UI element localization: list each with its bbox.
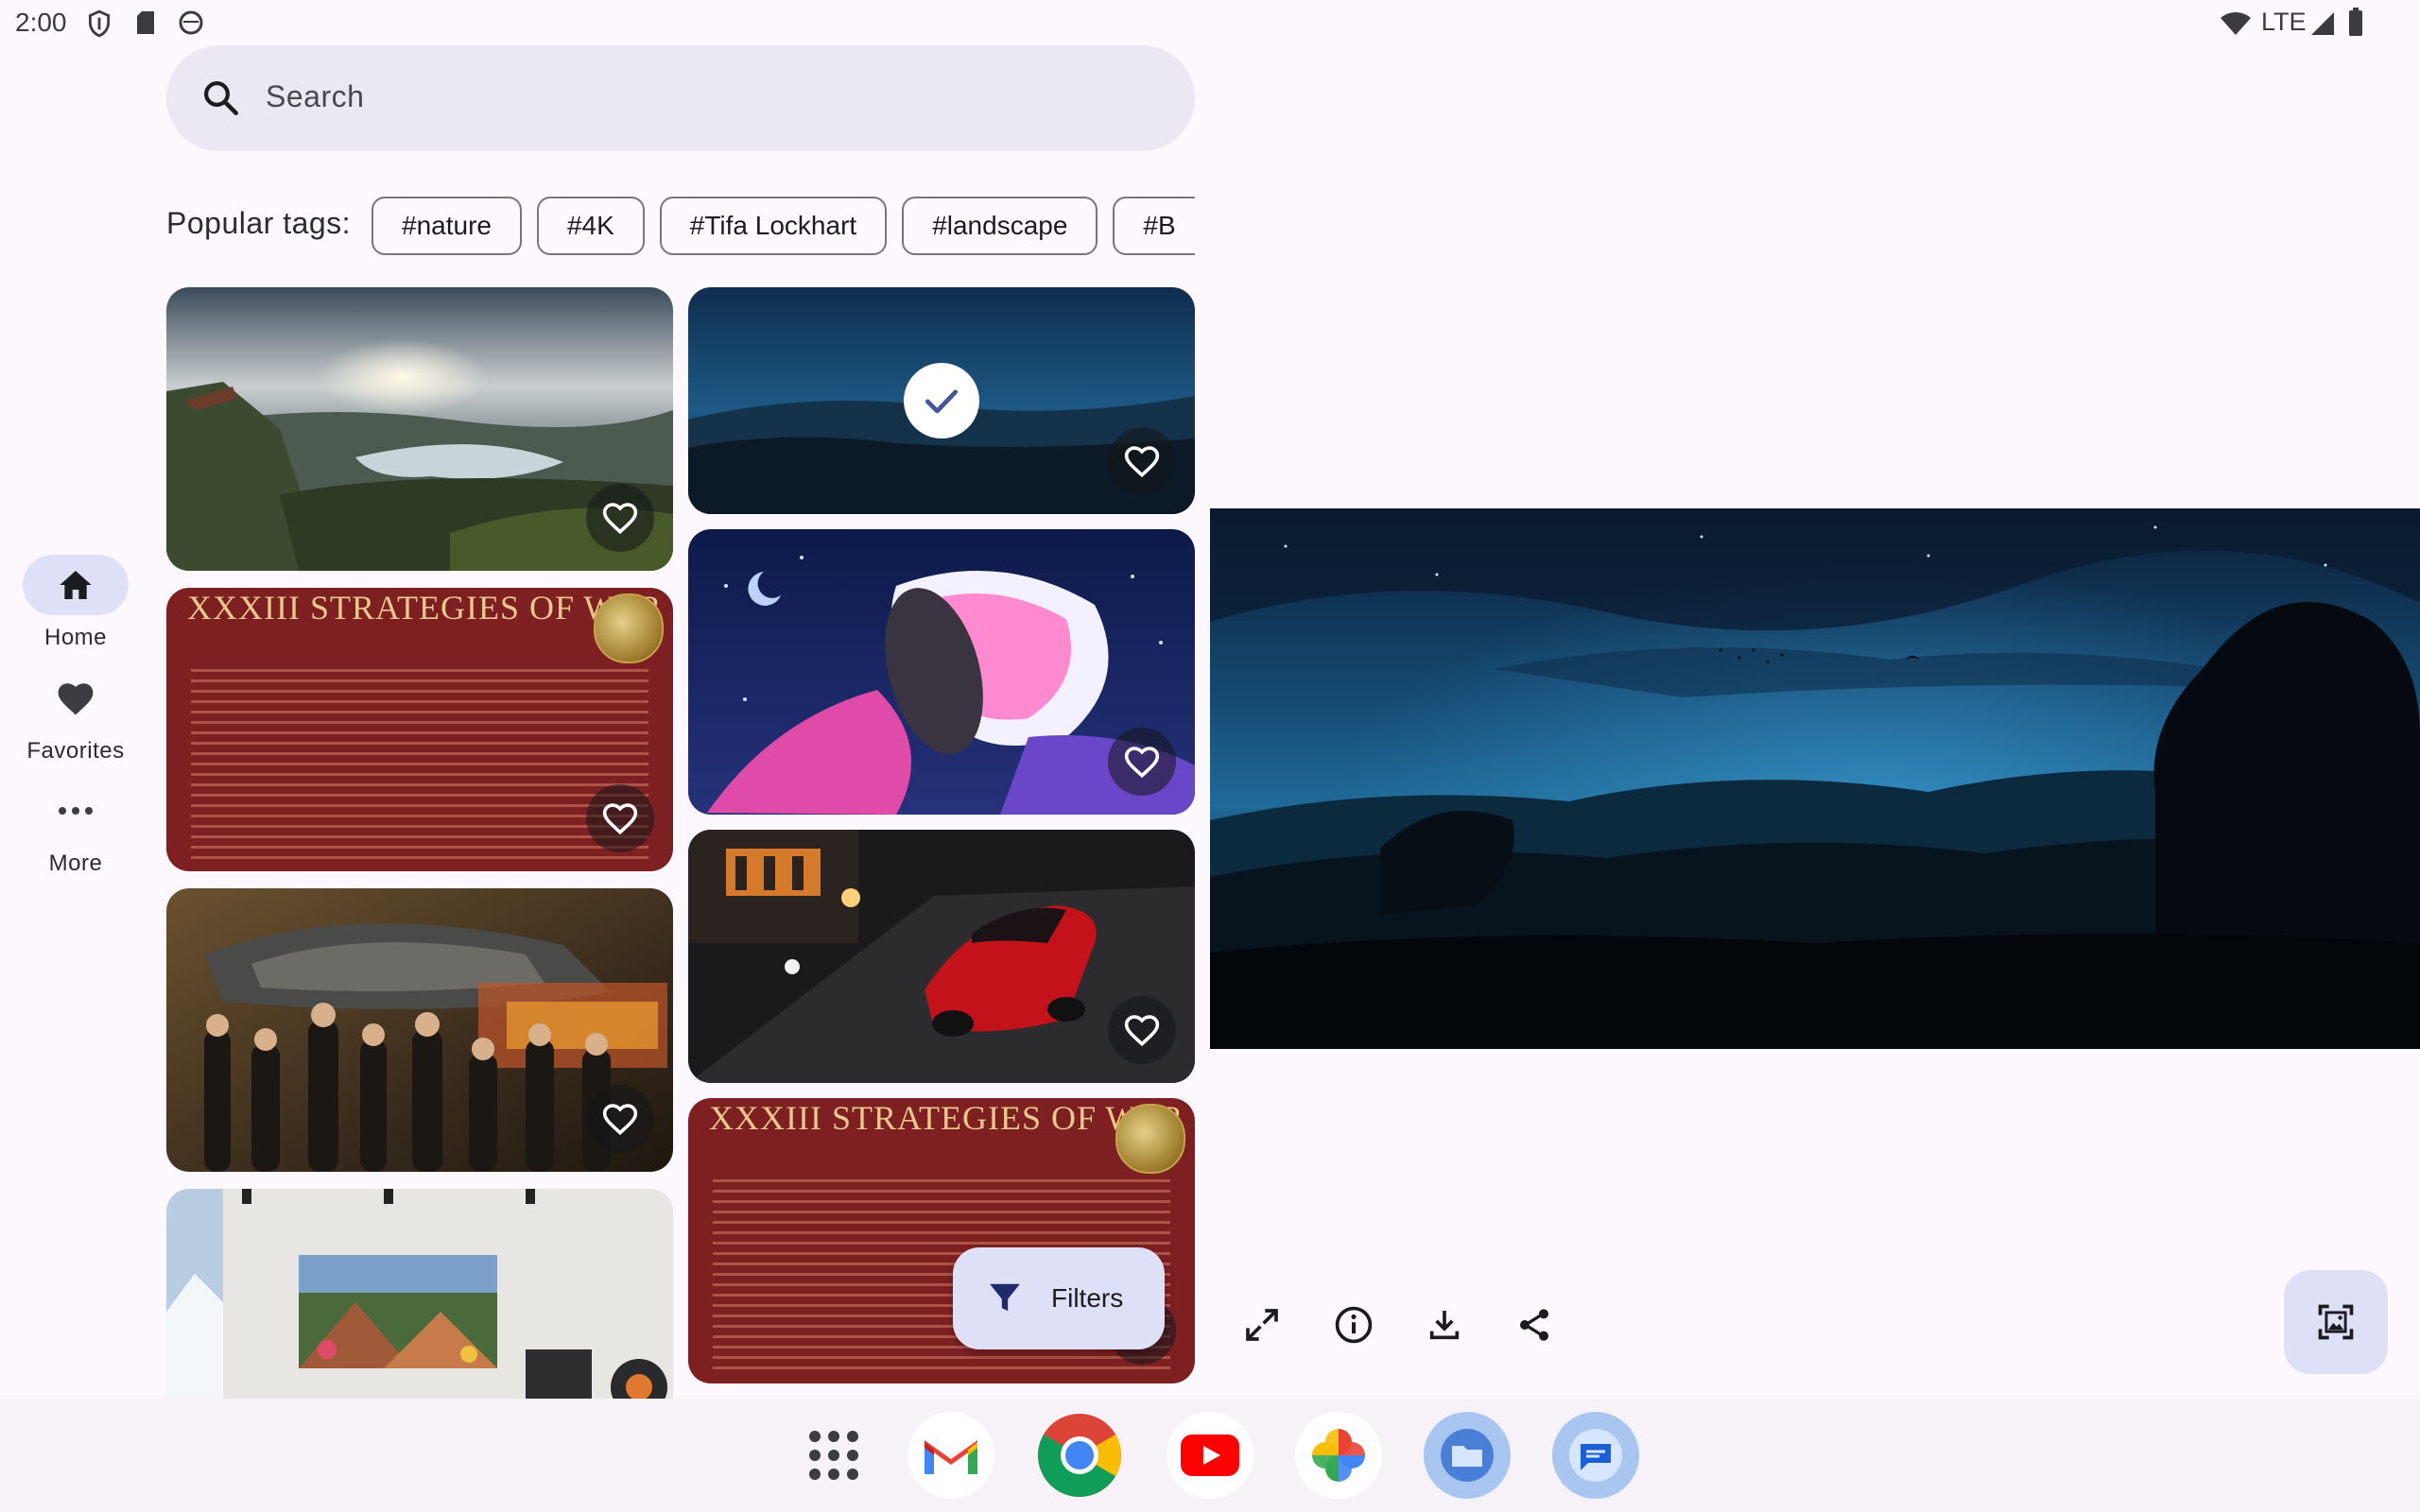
app-drawer-button[interactable] xyxy=(790,1412,877,1499)
tag-chip-nature[interactable]: #nature xyxy=(372,197,522,255)
info-button[interactable] xyxy=(1327,1298,1380,1351)
home-icon xyxy=(57,566,95,604)
thumbnail-room-with-painting xyxy=(166,1189,673,1399)
share-button[interactable] xyxy=(1508,1298,1561,1351)
search-bar[interactable]: Search xyxy=(166,45,1195,151)
shield-icon xyxy=(87,9,112,38)
status-bar: 2:00 LTE xyxy=(0,0,2420,47)
photos-pinwheel-icon xyxy=(1308,1425,1369,1486)
message-bubble-icon xyxy=(1567,1427,1624,1484)
document-title: XXXIII STRATEGIES OF WAR xyxy=(187,589,663,627)
network-type: LTE xyxy=(2261,8,2307,36)
youtube-app[interactable] xyxy=(1167,1412,1253,1499)
tag-chip-4k[interactable]: #4K xyxy=(536,197,645,255)
emoji-icon xyxy=(178,9,204,36)
tag-chip-tifa-lockhart[interactable]: #Tifa Lockhart xyxy=(659,197,888,255)
nav-favorites-indicator xyxy=(23,668,129,729)
wifi-icon xyxy=(2220,11,2252,36)
tag-chip-partial[interactable]: #B xyxy=(1113,197,1195,255)
fullscreen-icon xyxy=(1243,1306,1281,1344)
document-text-lines xyxy=(191,669,648,862)
favorite-button[interactable] xyxy=(586,784,654,852)
nav-home-label: Home xyxy=(43,625,108,650)
nav-more-indicator xyxy=(23,781,129,841)
seal-emblem xyxy=(1115,1104,1185,1174)
wallpaper-tile-sci-fi-crew[interactable] xyxy=(166,888,673,1172)
filters-button[interactable]: Filters xyxy=(953,1247,1165,1349)
signal-icon xyxy=(2310,11,2335,36)
chrome-app[interactable] xyxy=(1036,1412,1123,1499)
heart-outline-icon xyxy=(1123,1013,1161,1047)
heart-outline-icon xyxy=(1123,444,1161,478)
nav-home-indicator xyxy=(23,555,129,615)
battery-icon xyxy=(2348,8,2363,36)
taskbar xyxy=(0,1399,2420,1512)
heart-outline-icon xyxy=(601,1102,639,1136)
wallpaper-tile-night-sky[interactable] xyxy=(688,287,1195,514)
set-wallpaper-button[interactable] xyxy=(2284,1270,2388,1374)
gmail-app[interactable] xyxy=(908,1412,994,1499)
app-grid-icon xyxy=(807,1429,860,1482)
folder-icon xyxy=(1439,1427,1495,1484)
heart-outline-icon xyxy=(601,501,639,535)
wallpaper-tile-red-car[interactable] xyxy=(688,830,1195,1083)
favorite-button[interactable] xyxy=(1108,996,1176,1064)
heart-outline-icon xyxy=(1123,745,1161,779)
favorite-button[interactable] xyxy=(1108,728,1176,796)
wallpaper-grid[interactable]: XXXIII STRATEGIES OF WAR XXXIII STRATEGI… xyxy=(166,287,1195,1399)
download-button[interactable] xyxy=(1418,1298,1471,1351)
wallpaper-tile-room-with-painting[interactable] xyxy=(166,1189,673,1399)
fullscreen-button[interactable] xyxy=(1236,1298,1288,1351)
tag-chip-landscape[interactable]: #landscape xyxy=(902,197,1098,255)
nav-favorites-label: Favorites xyxy=(26,738,125,764)
messages-app[interactable] xyxy=(1552,1412,1639,1499)
photos-app[interactable] xyxy=(1295,1412,1382,1499)
checkmark-icon xyxy=(921,380,962,421)
nav-home[interactable]: Home xyxy=(0,555,151,651)
nav-more-label: More xyxy=(48,850,103,876)
filter-icon xyxy=(987,1280,1023,1315)
tags-scroller[interactable]: #nature #4K #Tifa Lockhart #landscape #B xyxy=(372,197,1195,257)
preview-image[interactable] xyxy=(1210,508,2420,1049)
favorite-button[interactable] xyxy=(586,484,654,552)
heart-outline-icon xyxy=(601,801,639,835)
share-icon xyxy=(1515,1306,1553,1344)
chrome-icon xyxy=(1038,1414,1121,1497)
nav-favorites[interactable]: Favorites xyxy=(0,668,151,765)
document-title: XXXIII STRATEGIES OF WAR xyxy=(709,1099,1184,1137)
info-icon xyxy=(1333,1304,1374,1346)
search-input[interactable]: Search xyxy=(266,79,364,114)
more-dots-icon xyxy=(57,805,95,816)
popular-tags-label: Popular tags: xyxy=(166,206,352,240)
wallpaper-tile-anime-character[interactable] xyxy=(688,529,1195,815)
heart-icon xyxy=(56,679,95,717)
search-icon xyxy=(200,77,240,117)
files-app[interactable] xyxy=(1424,1412,1511,1499)
favorite-button[interactable] xyxy=(1108,427,1176,495)
seal-emblem xyxy=(594,593,664,663)
gmail-icon xyxy=(921,1433,981,1478)
sd-card-icon xyxy=(134,9,157,36)
nav-more[interactable]: More xyxy=(0,781,151,877)
wallpaper-tile-strategies-document[interactable]: XXXIII STRATEGIES OF WAR xyxy=(166,588,673,871)
filters-label: Filters xyxy=(1051,1283,1124,1313)
wallpaper-tile-mountain-lake[interactable] xyxy=(166,287,673,571)
download-icon xyxy=(1426,1306,1463,1344)
wallpaper-icon xyxy=(2315,1301,2357,1343)
youtube-icon xyxy=(1181,1435,1239,1476)
status-time: 2:00 xyxy=(15,8,67,37)
selected-check-badge xyxy=(904,363,979,438)
favorite-button[interactable] xyxy=(586,1085,654,1153)
